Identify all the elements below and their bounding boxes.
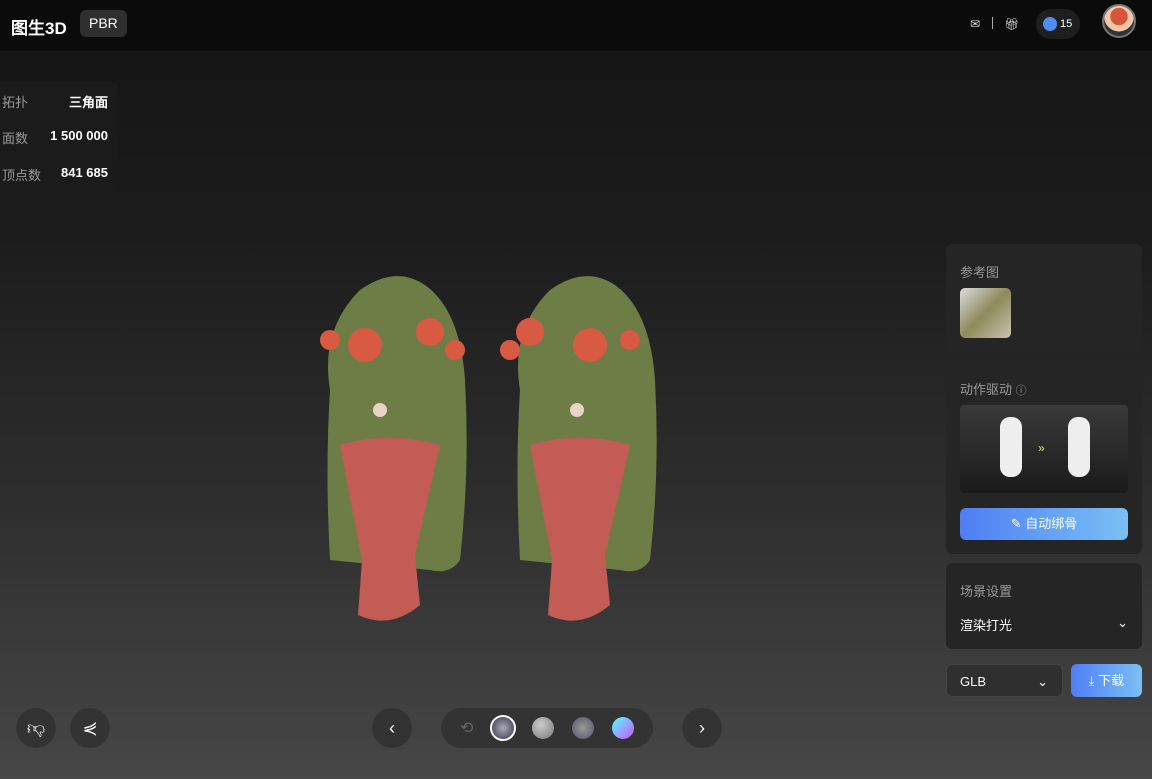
stat-label: 面数 <box>2 131 29 146</box>
motion-panel: 动作驱动 ⓘ » ✎ 自动绑骨 <box>946 361 1142 554</box>
rig-icon: ✎ <box>1010 516 1022 531</box>
rotate-icon[interactable]: ⟲ <box>460 718 473 738</box>
stat-value: 三角面 <box>68 95 108 110</box>
stat-value: 1 500 000 <box>50 128 108 143</box>
stat-label: 顶点数 <box>2 168 42 183</box>
prev-button[interactable]: ‹ <box>372 708 412 748</box>
stat-label: 拓扑 <box>2 95 29 110</box>
next-button[interactable]: › <box>682 708 722 748</box>
chevron-down-icon: ⌄ <box>1037 674 1048 689</box>
material-switcher: ⟲ <box>441 708 653 748</box>
motion-preview-image: » <box>960 405 1128 493</box>
3d-model-viewport[interactable] <box>300 270 670 640</box>
chevron-right-icon: › <box>699 717 705 738</box>
material-white[interactable] <box>531 717 554 739</box>
scene-title: 场景设置 <box>960 584 1013 599</box>
reference-panel: 参考图 <box>946 244 1142 352</box>
app-title: 图生3D <box>11 19 67 38</box>
share-icon: ⋞ <box>82 717 98 738</box>
divider <box>992 17 993 29</box>
motion-title: 动作驱动 ⓘ <box>960 382 1027 397</box>
model-stats: 拓扑 三角面 面数 1 500 000 顶点数 841 685 <box>0 82 118 190</box>
chevron-down-icon: ⌄ <box>1117 615 1128 630</box>
material-normal[interactable] <box>611 717 634 739</box>
avatar[interactable] <box>1102 4 1136 38</box>
auto-rig-button[interactable]: ✎ 自动绑骨 <box>960 508 1128 540</box>
info-icon: ⓘ <box>1015 385 1027 397</box>
shoe-left <box>320 276 467 621</box>
credits-badge[interactable]: 15 <box>1036 9 1080 39</box>
shoe-right <box>500 276 657 621</box>
lighting-select[interactable]: 渲染打光 ⌄ <box>960 615 1128 634</box>
stat-value: 841 685 <box>61 165 108 180</box>
share-button[interactable]: ⋞ <box>70 708 110 748</box>
gift-icon[interactable]: 🎁︎ <box>1004 17 1019 31</box>
dislike-button[interactable]: 👎︎ <box>16 708 56 748</box>
reference-title: 参考图 <box>960 265 1000 280</box>
scene-panel: 场景设置 渲染打光 ⌄ <box>946 563 1142 649</box>
thumbs-down-icon: 👎︎ <box>26 718 46 738</box>
reference-image-thumbnail[interactable] <box>960 288 1011 338</box>
pbr-badge[interactable]: PBR <box>80 10 127 37</box>
credits-count: 15 <box>1060 18 1073 30</box>
top-bar: 图生3D PBR ✉ 🎁︎ 15 <box>0 0 1152 52</box>
download-icon: ⤓ <box>1088 673 1095 688</box>
mail-icon[interactable]: ✉ <box>970 17 980 31</box>
material-texture[interactable] <box>571 717 594 739</box>
material-pbr[interactable] <box>489 715 516 741</box>
download-button[interactable]: ⤓ 下载 <box>1071 664 1142 697</box>
chevron-left-icon: ‹ <box>389 717 395 738</box>
credit-coin-icon <box>1043 17 1057 32</box>
format-select[interactable]: GLB ⌄ <box>946 664 1063 697</box>
